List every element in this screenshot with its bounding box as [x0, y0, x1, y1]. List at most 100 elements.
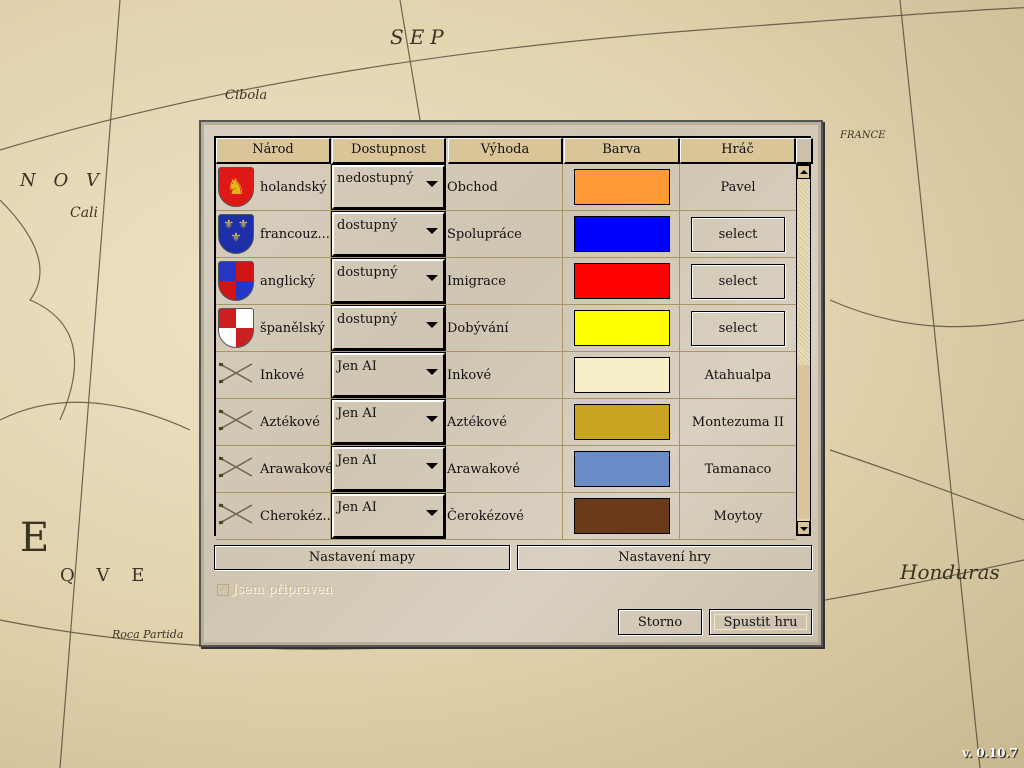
color-swatch[interactable] [573, 498, 670, 534]
nation-cell: ⚜ ⚜ ⚜ francouz... [216, 211, 331, 257]
dutch-coat-of-arms-icon: ♞ [218, 167, 260, 207]
advantage-cell: Obchod [447, 164, 563, 210]
nation-cell: Inkové [216, 352, 331, 398]
color-swatch[interactable] [573, 451, 670, 487]
table-row: Inkové Jen AI Inkové Atahualpa [216, 352, 796, 399]
new-game-dialog: Národ Dostupnost Výhoda Barva Hráč ♞ hola… [199, 120, 823, 647]
chevron-down-icon [426, 181, 438, 187]
header-advantage[interactable]: Výhoda [448, 138, 563, 164]
availability-value: dostupný [337, 312, 398, 327]
chevron-down-icon [426, 275, 438, 281]
nation-cell: Cherokéz... [216, 493, 335, 539]
start-game-button[interactable]: Spustit hru [709, 609, 812, 635]
availability-dropdown[interactable]: dostupný [331, 211, 446, 257]
table-row: Aztékové Jen AI Aztékové Montezuma II [216, 399, 796, 446]
nation-cell: Arawakové [216, 446, 333, 492]
availability-value: Jen AI [337, 359, 377, 374]
color-swatch[interactable] [573, 169, 670, 205]
checkbox-check-icon: ✔ [217, 583, 229, 596]
select-player-button[interactable]: select [691, 263, 785, 299]
advantage-cell: Spolupráce [447, 211, 563, 257]
header-availability[interactable]: Dostupnost [332, 138, 446, 164]
color-swatch[interactable] [573, 263, 670, 299]
chevron-down-icon [426, 510, 438, 516]
crossed-arrows-icon [218, 452, 260, 486]
availability-value: nedostupný [337, 171, 414, 186]
select-player-button[interactable]: select [691, 216, 785, 252]
header-player[interactable]: Hráč [680, 138, 796, 164]
map-label: Q V E [60, 565, 153, 586]
nation-name: Aztékové [260, 414, 320, 430]
availability-dropdown[interactable]: Jen AI [331, 399, 446, 445]
availability-value: Jen AI [337, 453, 377, 468]
map-label: Cibola [225, 88, 268, 103]
header-color[interactable]: Barva [564, 138, 680, 164]
player-name: Moytoy [713, 508, 763, 524]
color-swatch[interactable] [573, 404, 670, 440]
scroll-thumb[interactable] [797, 365, 810, 519]
map-label: SEP [390, 25, 450, 49]
version-label: v. 0.10.7 [962, 746, 1018, 760]
table-row: Cherokéz... Jen AI Čerokézové Moytoy [216, 493, 796, 540]
nation-name: Arawakové [260, 461, 333, 477]
nation-cell: Aztékové [216, 399, 331, 445]
chevron-down-icon [426, 369, 438, 375]
header-corner [796, 138, 813, 164]
map-label: FRANCE [840, 130, 886, 141]
table-row: ♞ holandský nedostupný Obchod Pavel [216, 164, 796, 211]
nation-cell: španělský [216, 305, 331, 351]
player-name: Tamanaco [704, 461, 772, 477]
advantage-cell: Imigrace [447, 258, 563, 304]
spanish-coat-of-arms-icon [218, 308, 260, 348]
header-nation[interactable]: Národ [216, 138, 331, 164]
map-label: E [20, 515, 50, 561]
advantage-cell: Aztékové [447, 399, 563, 445]
nation-name: francouz... [260, 226, 330, 242]
availability-dropdown[interactable]: Jen AI [331, 352, 446, 398]
map-label: N O V [20, 170, 105, 191]
map-settings-button[interactable]: Nastavení mapy [214, 545, 510, 570]
table-row: anglický dostupný Imigrace select [216, 258, 796, 305]
scroll-down-button[interactable] [797, 521, 810, 535]
player-name: Montezuma II [691, 414, 785, 430]
chevron-down-icon [426, 463, 438, 469]
color-swatch[interactable] [573, 357, 670, 393]
crossed-arrows-icon [218, 499, 260, 533]
map-label: Cali [70, 205, 99, 221]
chevron-down-icon [426, 322, 438, 328]
cancel-button[interactable]: Storno [618, 609, 702, 635]
advantage-cell: Inkové [447, 352, 563, 398]
nation-cell: anglický [216, 258, 331, 304]
ready-label: Jsem připraven [232, 582, 333, 597]
nation-name: holandský [260, 179, 327, 195]
scrollbar[interactable] [796, 164, 811, 536]
nation-cell: ♞ holandský [216, 164, 331, 210]
map-label: Roca Partida [112, 628, 184, 641]
availability-dropdown[interactable]: Jen AI [331, 446, 446, 492]
english-coat-of-arms-icon [218, 261, 260, 301]
advantage-cell: Čerokézové [447, 493, 563, 539]
availability-value: dostupný [337, 218, 398, 233]
chevron-down-icon [426, 228, 438, 234]
select-player-button[interactable]: select [691, 310, 785, 346]
availability-dropdown[interactable]: dostupný [331, 258, 446, 304]
nations-table: Národ Dostupnost Výhoda Barva Hráč ♞ hola… [214, 136, 813, 540]
map-label: Honduras [900, 560, 1000, 584]
color-swatch[interactable] [573, 216, 670, 252]
availability-value: dostupný [337, 265, 398, 280]
availability-dropdown[interactable]: Jen AI [331, 493, 446, 539]
nation-name: španělský [260, 320, 325, 336]
chevron-down-icon [426, 416, 438, 422]
availability-dropdown[interactable]: nedostupný [331, 164, 446, 210]
ready-checkbox[interactable]: ✔ Jsem připraven [217, 582, 332, 597]
player-name: Pavel [720, 179, 756, 195]
player-name: Atahualpa [704, 367, 772, 383]
nation-name: anglický [260, 273, 316, 289]
color-swatch[interactable] [573, 310, 670, 346]
game-settings-button[interactable]: Nastavení hry [517, 545, 812, 570]
advantage-cell: Arawakové [447, 446, 563, 492]
table-row: Arawakové Jen AI Arawakové Tamanaco [216, 446, 796, 493]
availability-dropdown[interactable]: dostupný [331, 305, 446, 351]
nation-name: Cherokéz... [260, 508, 335, 524]
scroll-up-button[interactable] [797, 165, 810, 179]
